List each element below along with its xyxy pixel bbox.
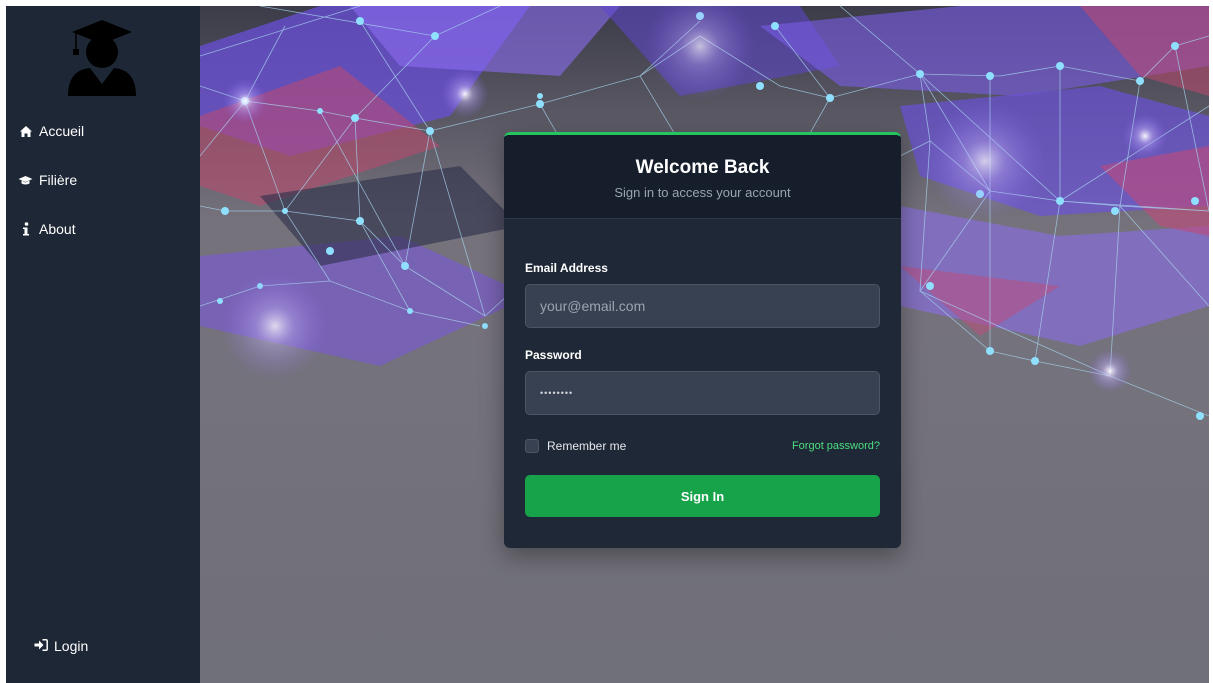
graduation-cap-icon [18, 173, 33, 187]
email-field[interactable] [525, 284, 880, 328]
sign-in-button[interactable]: Sign In [525, 475, 880, 517]
sidebar-nav: Accueil Filière About [18, 120, 84, 267]
sidebar-item-label: About [39, 221, 76, 237]
remember-me[interactable]: Remember me [525, 439, 626, 453]
password-label: Password [525, 348, 582, 362]
login-form: Email Address Password •••••••• Remember… [504, 219, 901, 517]
sidebar-item-accueil[interactable]: Accueil [18, 120, 84, 142]
password-field[interactable]: •••••••• [525, 371, 880, 415]
forgot-password-link[interactable]: Forgot password? [792, 440, 880, 452]
sidebar-item-about[interactable]: About [18, 218, 84, 240]
password-value: •••••••• [540, 388, 574, 398]
remember-checkbox[interactable] [525, 439, 539, 453]
app-frame: Accueil Filière About Login Welcome Back… [6, 6, 1209, 683]
sidebar-item-filiere[interactable]: Filière [18, 169, 84, 191]
card-subtitle: Sign in to access your account [614, 185, 791, 200]
login-card: Welcome Back Sign in to access your acco… [504, 132, 901, 548]
card-title: Welcome Back [635, 157, 770, 178]
email-label: Email Address [525, 261, 608, 275]
home-icon [18, 124, 33, 138]
sign-in-icon [34, 638, 48, 654]
card-header: Welcome Back Sign in to access your acco… [504, 135, 901, 219]
sidebar-item-label: Accueil [39, 123, 85, 139]
remember-label: Remember me [547, 439, 627, 453]
info-icon [18, 222, 33, 236]
options-row: Remember me Forgot password? [525, 439, 880, 453]
sidebar-item-label: Filière [39, 172, 78, 188]
sidebar: Accueil Filière About Login [6, 6, 200, 683]
main-area: Welcome Back Sign in to access your acco… [200, 6, 1209, 683]
graduate-avatar-icon [68, 20, 136, 96]
login-label: Login [54, 638, 89, 654]
sidebar-item-login[interactable]: Login [34, 638, 88, 654]
